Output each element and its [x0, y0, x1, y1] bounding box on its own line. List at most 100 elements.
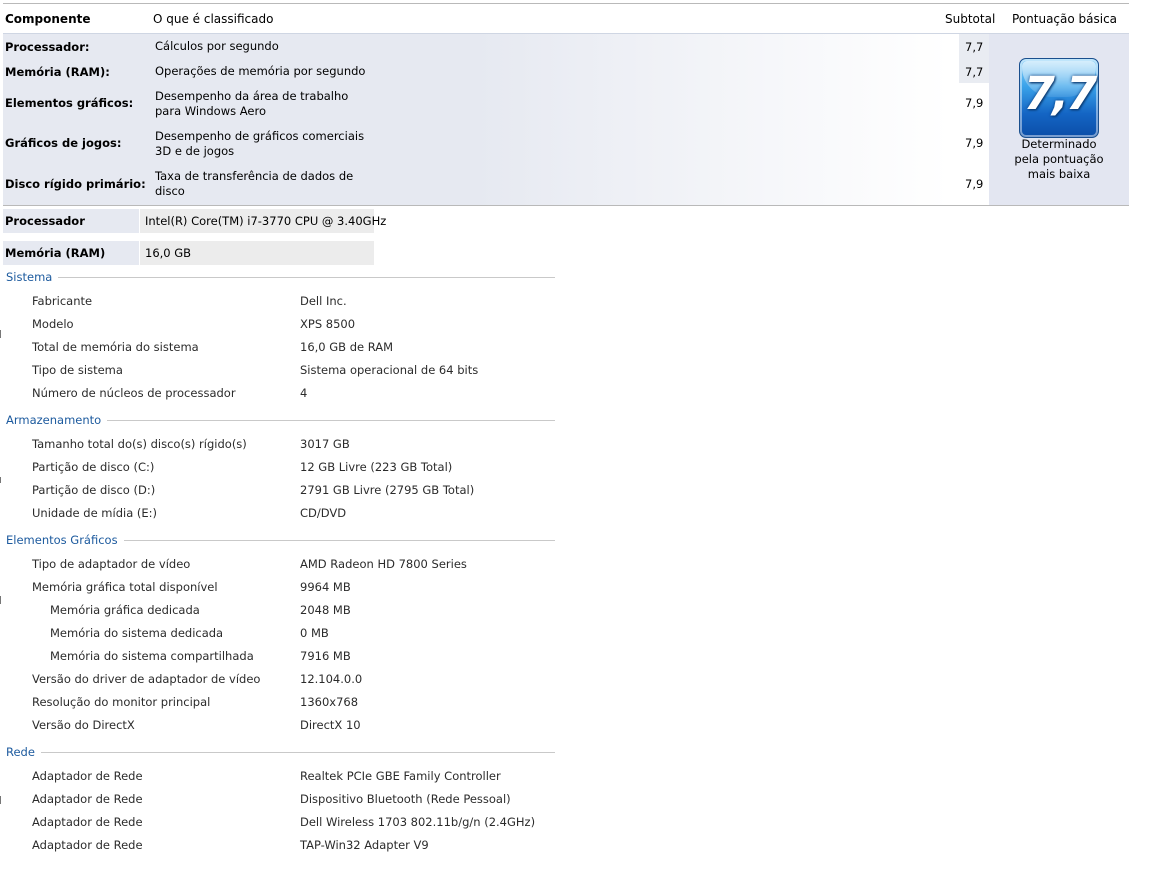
detail-value: 2048 MB [300, 603, 351, 617]
detail-key: Adaptador de Rede [32, 769, 143, 783]
component-label: Disco rígido primário: [5, 177, 146, 191]
detail-value: 12 GB Livre (223 GB Total) [300, 460, 453, 474]
detail-value: CD/DVD [300, 506, 347, 520]
component-label: Elementos gráficos: [5, 96, 134, 110]
description-line: para Windows Aero [155, 104, 267, 118]
component-description: Desempenho da área de trabalho para Wind… [155, 89, 375, 119]
detail-key: Adaptador de Rede [32, 792, 143, 806]
component-label: Gráficos de jogos: [5, 136, 122, 150]
detail-row: Resolução do monitor principal 1360x768 [0, 695, 560, 713]
section-title: Elementos Gráficos [6, 533, 124, 547]
section-title: Rede [6, 745, 41, 759]
detail-value: 0 MB [300, 626, 329, 640]
detail-value: 4 [300, 386, 308, 400]
detail-key: Resolução do monitor principal [32, 695, 211, 709]
section-title: Armazenamento [6, 413, 108, 427]
edge-artifact [0, 596, 1, 604]
summary-value-text: Intel(R) Core(TM) i7-3770 CPU @ 3.40GHz [145, 214, 387, 228]
edge-artifact [0, 477, 1, 483]
summary-value-text: 16,0 GB [145, 246, 192, 260]
detail-key: Total de memória do sistema [32, 340, 199, 354]
score-row-primary-disk: Disco rígido primário: Taxa de transferê… [3, 163, 989, 205]
description-line: Taxa de transferência de dados de [155, 169, 354, 183]
score-row-processor: Processador: Cálculos por segundo 7,7 [3, 34, 989, 59]
detail-key: Tamanho total do(s) disco(s) rígido(s) [32, 437, 247, 451]
detail-row: Número de núcleos de processador 4 [0, 386, 560, 404]
header-classified: O que é classificado [153, 12, 274, 26]
detail-row: Memória gráfica dedicada 2048 MB [0, 603, 560, 621]
detail-key: Memória do sistema compartilhada [50, 649, 254, 663]
detail-row: Adaptador de Rede TAP-Win32 Adapter V9 [0, 838, 560, 856]
detail-key: Tipo de sistema [32, 363, 123, 377]
detail-key: Unidade de mídia (E:) [32, 506, 158, 520]
header-subtotal: Subtotal [945, 12, 996, 26]
detail-row: Adaptador de Rede Realtek PCIe GBE Family… [0, 769, 560, 787]
detail-key: Adaptador de Rede [32, 838, 143, 852]
detail-row: Total de memória do sistema 16,0 GB de RA… [0, 340, 560, 358]
detail-key: Partição de disco (C:) [32, 460, 155, 474]
base-score-value: 7,7 [1023, 67, 1098, 120]
detail-value: AMD Radeon HD 7800 Series [300, 557, 467, 571]
description-line: Desempenho de gráficos comerciais [155, 129, 365, 143]
detail-value: 7916 MB [300, 649, 351, 663]
detail-key: Versão do DirectX [32, 718, 135, 732]
detail-key: Adaptador de Rede [32, 815, 143, 829]
subtotal-value: 7,9 [965, 177, 984, 191]
detail-value: Dell Wireless 1703 802.11b/g/n (2.4GHz) [300, 815, 536, 829]
detail-row: Tamanho total do(s) disco(s) rígido(s) 30… [0, 437, 560, 455]
detail-row: Unidade de mídia (E:) CD/DVD [0, 506, 560, 524]
description-line: disco [155, 184, 185, 198]
component-description: Cálculos por segundo [155, 39, 375, 54]
subtotal-value: 7,7 [965, 65, 984, 79]
detail-row: Fabricante Dell Inc. [0, 294, 560, 312]
summary-label-text: Processador [5, 214, 85, 228]
detail-row: Partição de disco (C:) 12 GB Livre (223 G… [0, 460, 560, 478]
summary-value: Intel(R) Core(TM) i7-3770 CPU @ 3.40GHz [140, 209, 386, 233]
detail-row: Tipo de adaptador de vídeo AMD Radeon HD … [0, 557, 560, 575]
base-score-caption: Determinado pela pontuação mais baixa [999, 137, 1119, 182]
score-table: Componente O que é classificado Subtotal… [3, 3, 1129, 206]
subtotal-value: 7,9 [965, 96, 984, 110]
description-line: Operações de memória por segundo [155, 64, 366, 78]
detail-value: 16,0 GB de RAM [300, 340, 394, 354]
detail-key: Memória gráfica total disponível [32, 580, 218, 594]
section-rule [6, 277, 555, 278]
header-base-score: Pontuação básica [1012, 12, 1118, 26]
detail-row: Partição de disco (D:) 2791 GB Livre (279… [0, 483, 560, 501]
detail-key: Número de núcleos de processador [32, 386, 236, 400]
section-header-graficos: Elementos Gráficos [6, 533, 555, 547]
section-header-sistema: Sistema [6, 270, 555, 284]
component-description: Operações de memória por segundo [155, 64, 375, 79]
detail-value: Realtek PCIe GBE Family Controller [300, 769, 501, 783]
section-header-armazenamento: Armazenamento [6, 413, 555, 427]
summary-processor: Processador Intel(R) Core(TM) i7-3770 CP… [3, 209, 386, 233]
detail-value: 3017 GB [300, 437, 350, 451]
detail-value: 9964 MB [300, 580, 351, 594]
detail-value: TAP-Win32 Adapter V9 [300, 838, 429, 852]
score-row-graphics: Elementos gráficos: Desempenho da área d… [3, 83, 989, 123]
header-component: Componente [5, 12, 91, 26]
subtotal-value: 7,7 [965, 40, 984, 54]
detail-value: Sistema operacional de 64 bits [300, 363, 479, 377]
detail-key: Modelo [32, 317, 74, 331]
table-header: Componente O que é classificado Subtotal… [3, 4, 1129, 33]
detail-row: Versão do DirectX DirectX 10 [0, 718, 560, 736]
subtotal-value: 7,9 [965, 136, 984, 150]
detail-row: Adaptador de Rede Dell Wireless 1703 802.… [0, 815, 560, 833]
detail-value: DirectX 10 [300, 718, 361, 732]
table-bottom-border [3, 205, 1129, 206]
section-title: Sistema [6, 270, 59, 284]
summary-memory: Memória (RAM) 16,0 GB [3, 241, 374, 265]
detail-value: 12.104.0.0 [300, 672, 363, 686]
detail-key: Tipo de adaptador de vídeo [32, 557, 191, 571]
component-description: Taxa de transferência de dados de disco [155, 169, 375, 199]
caption-line: mais baixa [1027, 167, 1091, 181]
section-rule [6, 752, 555, 753]
detail-key: Memória gráfica dedicada [50, 603, 200, 617]
detail-value: XPS 8500 [300, 317, 356, 331]
description-line: Desempenho da área de trabalho [155, 89, 349, 103]
summary-label-text: Memória (RAM) [5, 246, 106, 260]
section-header-rede: Rede [6, 745, 555, 759]
score-row-gaming-graphics: Gráficos de jogos: Desempenho de gráfico… [3, 123, 989, 163]
detail-key: Fabricante [32, 294, 93, 308]
